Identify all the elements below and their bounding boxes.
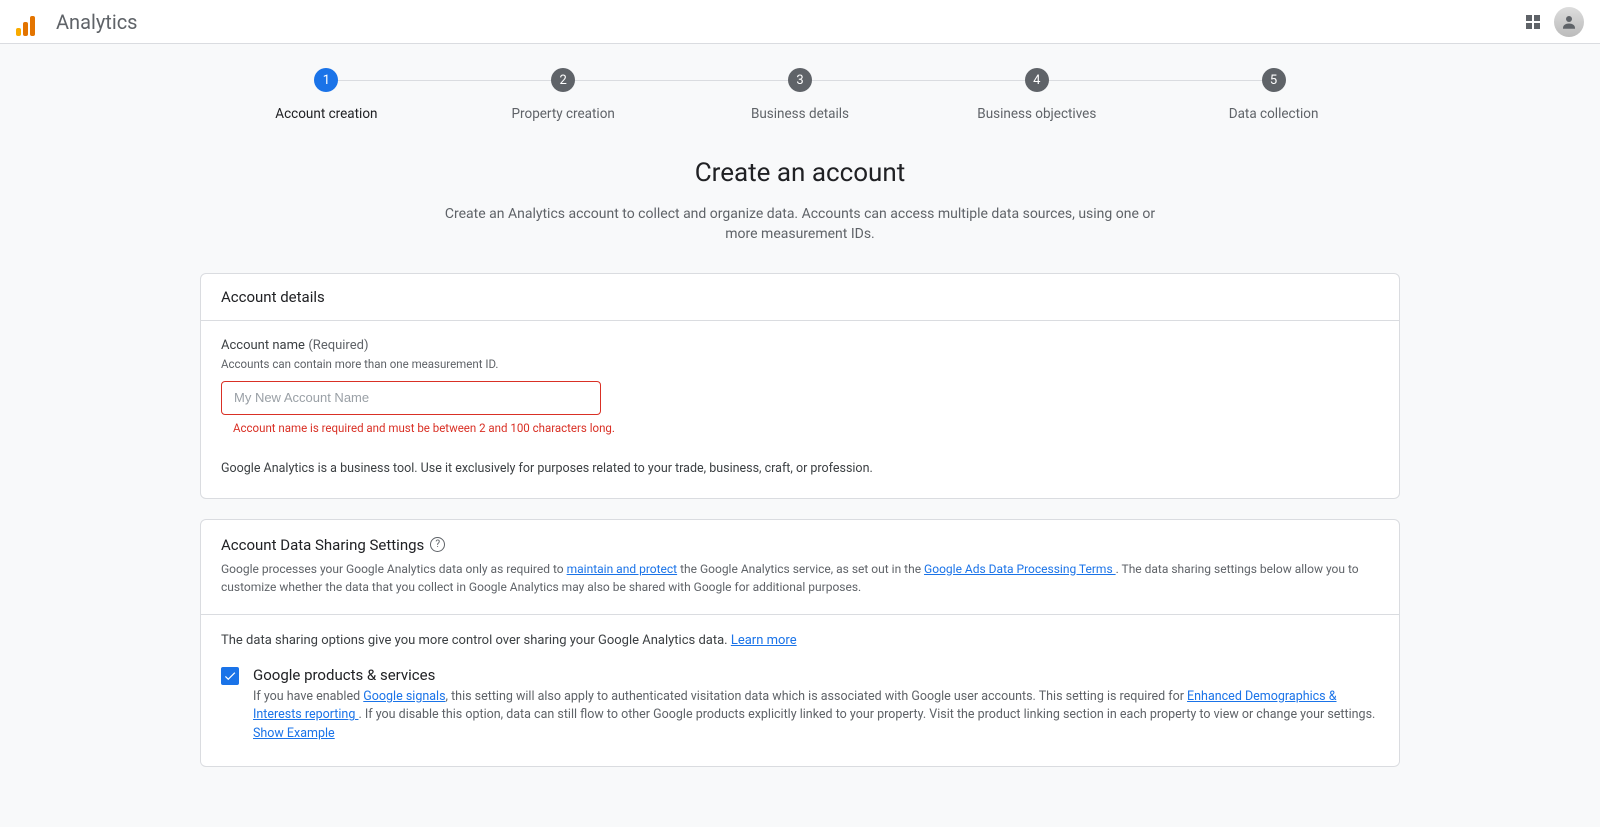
page-content: 1 Account creation 2 Property creation 3…: [0, 44, 1600, 827]
learn-more-link[interactable]: Learn more: [731, 633, 797, 648]
step-account-creation[interactable]: 1 Account creation: [208, 68, 445, 122]
step-data-collection[interactable]: 5 Data collection: [1155, 68, 1392, 122]
google-apps-icon[interactable]: [1526, 15, 1540, 29]
data-sharing-title-row: Account Data Sharing Settings ?: [221, 536, 1379, 554]
show-example-link[interactable]: Show Example: [253, 726, 335, 741]
app-title: Analytics: [56, 10, 138, 34]
option-title: Google products & services: [253, 666, 1379, 684]
account-name-input[interactable]: [221, 381, 601, 415]
account-name-label: Account name: [221, 338, 305, 353]
data-processing-terms-link[interactable]: Google Ads Data Processing Terms: [924, 562, 1116, 576]
step-property-creation[interactable]: 2 Property creation: [445, 68, 682, 122]
google-signals-link[interactable]: Google signals: [363, 689, 445, 704]
account-name-label-row: Account name (Required): [221, 337, 1379, 353]
maintain-and-protect-link[interactable]: maintain and protect: [567, 562, 678, 576]
analytics-logo-icon: [16, 8, 44, 36]
required-indicator: (Required): [308, 338, 368, 353]
step-label: Business objectives: [977, 106, 1096, 122]
step-label: Account creation: [275, 106, 377, 122]
text-fragment: the Google Analytics service, as set out…: [677, 562, 924, 576]
data-sharing-description: Google processes your Google Analytics d…: [221, 560, 1379, 596]
option-google-products: Google products & services If you have e…: [221, 666, 1379, 744]
help-icon[interactable]: ?: [430, 537, 445, 552]
text-fragment: . If you disable this option, data can s…: [358, 707, 1375, 722]
text-fragment: If you have enabled: [253, 689, 363, 704]
setup-stepper: 1 Account creation 2 Property creation 3…: [200, 68, 1400, 122]
page-subtitle: Create an Analytics account to collect a…: [440, 204, 1160, 245]
account-details-card: Account details Account name (Required) …: [200, 273, 1400, 499]
account-details-note: Google Analytics is a business tool. Use…: [221, 461, 1379, 476]
step-label: Data collection: [1229, 106, 1319, 122]
app-header: Analytics: [0, 0, 1600, 44]
account-name-error: Account name is required and must be bet…: [233, 421, 1379, 435]
step-number: 1: [314, 68, 338, 92]
option-text: Google products & services If you have e…: [253, 666, 1379, 744]
card-body: Account Data Sharing Settings ? Google p…: [201, 520, 1399, 766]
option-description: If you have enabled Google signals, this…: [253, 688, 1379, 744]
data-sharing-title: Account Data Sharing Settings: [221, 536, 424, 554]
text-fragment: Google processes your Google Analytics d…: [221, 562, 567, 576]
data-sharing-body-text: The data sharing options give you more c…: [221, 633, 1379, 648]
step-number: 4: [1025, 68, 1049, 92]
google-products-checkbox[interactable]: [221, 667, 239, 685]
text-fragment: The data sharing options give you more c…: [221, 633, 731, 648]
step-number: 3: [788, 68, 812, 92]
data-sharing-card: Account Data Sharing Settings ? Google p…: [200, 519, 1400, 767]
check-icon: [223, 669, 237, 683]
user-avatar[interactable]: [1554, 7, 1584, 37]
card-header: Account details: [201, 274, 1399, 321]
account-name-help: Accounts can contain more than one measu…: [221, 357, 1379, 371]
step-number: 2: [551, 68, 575, 92]
text-fragment: , this setting will also apply to authen…: [446, 689, 1188, 704]
step-number: 5: [1262, 68, 1286, 92]
step-label: Business details: [751, 106, 849, 122]
step-business-details[interactable]: 3 Business details: [682, 68, 919, 122]
header-left: Analytics: [16, 8, 138, 36]
step-business-objectives[interactable]: 4 Business objectives: [918, 68, 1155, 122]
step-label: Property creation: [512, 106, 615, 122]
header-right: [1526, 7, 1584, 37]
card-body: Account name (Required) Accounts can con…: [201, 321, 1399, 498]
divider: [201, 614, 1399, 615]
page-title: Create an account: [0, 158, 1600, 188]
